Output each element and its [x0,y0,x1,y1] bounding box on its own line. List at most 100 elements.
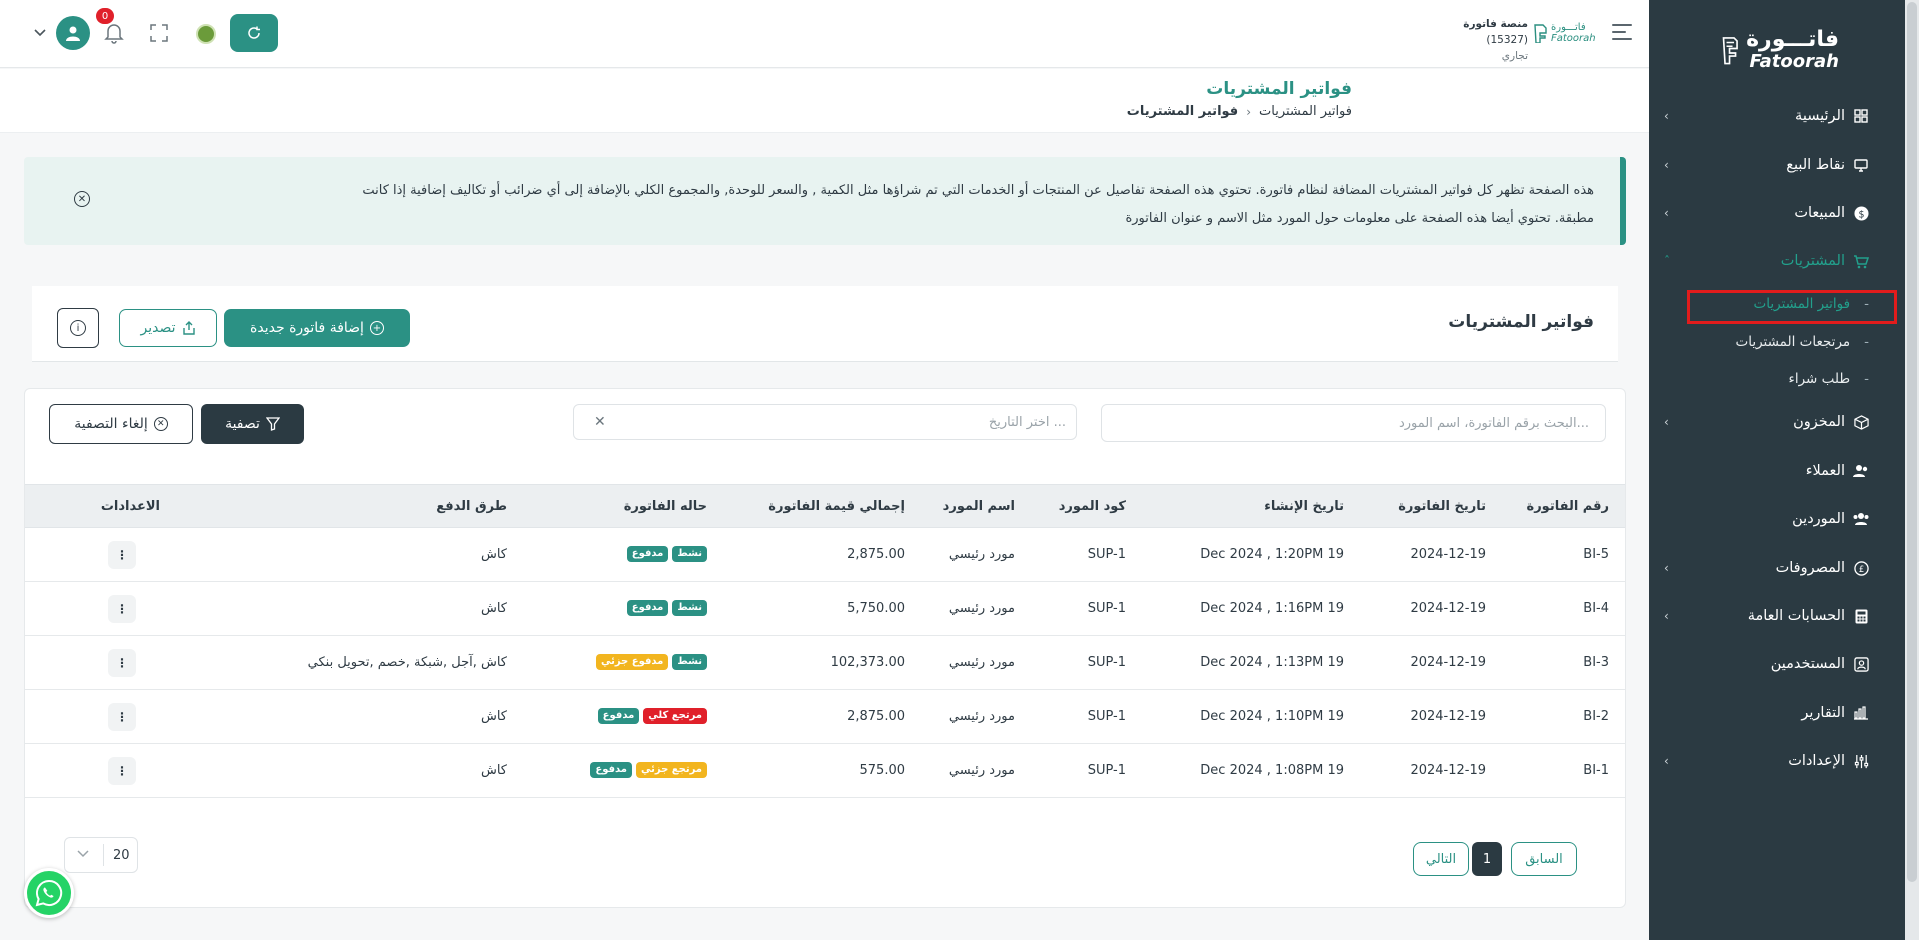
chevron-left-icon[interactable]: ‹ [1664,416,1674,428]
cell-total: 5,750.00 [847,601,905,616]
export-button[interactable]: تصدير [119,309,217,347]
menu-icon[interactable] [1612,24,1632,40]
sidebar-item-users[interactable]: المستخدمين [1669,649,1869,679]
dash-icon: - [1864,371,1869,387]
sidebar-item-purchases[interactable]: المشتريات [1669,246,1869,276]
cell-payment: كاش [480,547,507,562]
col-status[interactable]: حاله الفاتورة [624,499,707,514]
add-invoice-button[interactable]: + إضافة فاتورة جديدة [224,309,410,347]
cell-number: BI-2 [1583,709,1609,724]
cell-date: 2024-12-19 [1410,709,1486,724]
col-supplier-name[interactable]: اسم المورد [943,499,1015,514]
search-input[interactable]: البحث برقم الفاتورة، اسم المورد... [1101,404,1606,442]
pagination-page-1[interactable]: 1 [1472,842,1502,876]
brand-small: فاتـــورة Fatoorah [1532,18,1596,48]
sidebar-item-label: الحسابات العامة [1747,608,1845,624]
table-row: BI-5 2024-12-19 19 Dec 2024 , 1:20PM SUP-1 م… [25,528,1625,582]
whatsapp-icon[interactable] [24,868,74,918]
clear-filter-button[interactable]: ✕ إلغاء التصفية [49,404,193,444]
col-date[interactable]: تاريخ الفاتورة [1398,499,1486,514]
chevron-left-icon[interactable]: ‹ [1664,610,1674,622]
funnel-icon [265,417,280,431]
language-flag-icon[interactable] [196,24,216,44]
add-invoice-label: إضافة فاتورة جديدة [250,320,364,336]
info-alert: هذه الصفحة تظهر كل فواتير المشتريات المض… [24,157,1626,245]
table-row: BI-4 2024-12-19 19 Dec 2024 , 1:16PM SUP-1 م… [25,582,1625,636]
sidebar-subitem-purchase-order[interactable]: - طلب شراء [1669,367,1870,391]
date-picker-input[interactable]: اختر التاريخ ... ✕ [573,404,1077,440]
row-actions-icon[interactable]: ⋮ [108,649,136,677]
col-created[interactable]: تاريخ الإنشاء [1264,499,1344,514]
page-title: فواتير المشتريات [1206,79,1352,99]
sidebar-item-label: المستخدمين [1770,656,1845,672]
cell-created: 19 Dec 2024 , 1:08PM [1200,763,1344,778]
chevron-left-icon[interactable]: ‹ [1664,755,1674,767]
page-header: فواتير المشتريات فواتير المشتريات › فوات… [0,69,1649,133]
breadcrumb-item[interactable]: فواتير المشتريات [1259,104,1352,119]
card-header: فواتير المشتريات + إضافة فاتورة جديدة تص… [32,286,1618,362]
sidebar-item-accounts[interactable]: الحسابات العامة [1669,601,1869,631]
cell-payment: كاش [480,709,507,724]
status-tags: نشط مدفوع جزئي [595,654,707,670]
scrollbar-thumb[interactable] [1907,2,1917,882]
card-title: فواتير المشتريات [1448,312,1594,332]
pagination-prev-button[interactable]: السابق [1511,842,1577,876]
company-info: منصة فاتورة (15327) تجاري [1420,16,1528,64]
fullscreen-icon[interactable] [150,24,170,44]
chevron-left-icon[interactable]: ‹ [1664,159,1674,171]
sidebar-item-sales[interactable]: $ المبيعات [1669,198,1869,228]
filter-button[interactable]: تصفية [201,404,304,444]
chevron-up-icon[interactable]: ˆ [1664,255,1674,267]
sidebar-item-suppliers[interactable]: الموردين [1669,504,1869,534]
row-actions-icon[interactable]: ⋮ [108,757,136,785]
chevron-down-icon[interactable] [34,26,48,40]
chevron-left-icon[interactable]: ‹ [1664,207,1674,219]
sidebar-item-label: المبيعات [1794,205,1845,221]
chevron-left-icon[interactable]: ‹ [1664,562,1674,574]
logo-text-ar: فاتـــورة [1746,27,1839,52]
sidebar-item-label: العملاء [1805,463,1845,479]
cell-date: 2024-12-19 [1410,601,1486,616]
chevron-left-icon[interactable]: ‹ [1664,110,1674,122]
cell-supplier-name: مورد رئيسي [948,547,1015,562]
brand-small-en: Fatoorah [1551,33,1596,44]
chart-icon [1853,705,1869,721]
sidebar-logo[interactable]: فاتـــورة Fatoorah [1719,26,1839,74]
col-total[interactable]: إجمالي قيمة الفاتورة [768,499,905,514]
per-page-select[interactable]: 20 [64,837,138,873]
sidebar-subitem-purchase-returns[interactable]: - مرتجعات المشتريات [1669,330,1869,354]
info-button[interactable]: i [57,308,99,348]
row-actions-icon[interactable]: ⋮ [108,595,136,623]
col-supplier-code[interactable]: كود المورد [1059,499,1126,514]
table-row: BI-3 2024-12-19 19 Dec 2024 , 1:13PM SUP-1 م… [25,636,1625,690]
avatar[interactable] [56,16,90,50]
svg-text:£: £ [1858,563,1863,573]
col-settings: الاعدادات [100,499,160,514]
bell-icon[interactable] [104,22,126,46]
user-card-icon [1853,656,1869,672]
col-payment[interactable]: طرق الدفع [436,499,507,514]
company-type: تجاري [1501,50,1528,62]
row-actions-icon[interactable]: ⋮ [108,541,136,569]
sidebar-item-home[interactable]: الرئيسية [1669,101,1869,131]
highlight-box [1687,290,1897,324]
sidebar-item-pos[interactable]: نقاط البيع [1669,150,1869,180]
users-icon [1853,463,1869,479]
sidebar-item-expenses[interactable]: £ المصروفات [1669,553,1869,583]
sidebar-item-customers[interactable]: العملاء [1669,456,1869,486]
row-actions-icon[interactable]: ⋮ [108,703,136,731]
sidebar-item-reports[interactable]: التقارير [1669,698,1869,728]
clear-date-icon[interactable]: ✕ [594,414,606,430]
sidebar-item-label: التقارير [1801,705,1845,721]
status-badge: مدفوع [590,762,632,778]
sidebar-scrollbar[interactable] [1905,0,1919,940]
chevron-right-icon: › [1246,104,1251,119]
refresh-button[interactable] [230,14,278,52]
col-number[interactable]: رقم الفاتورة [1527,499,1609,514]
sidebar-item-settings[interactable]: الإعدادات [1669,746,1869,776]
close-icon[interactable]: ✕ [74,191,90,207]
sidebar-subitem-label: مرتجعات المشتريات [1735,334,1851,350]
pagination-next-button[interactable]: التالي [1413,842,1469,876]
close-circle-icon: ✕ [153,417,168,431]
sidebar-item-inventory[interactable]: المخزون [1669,407,1869,437]
